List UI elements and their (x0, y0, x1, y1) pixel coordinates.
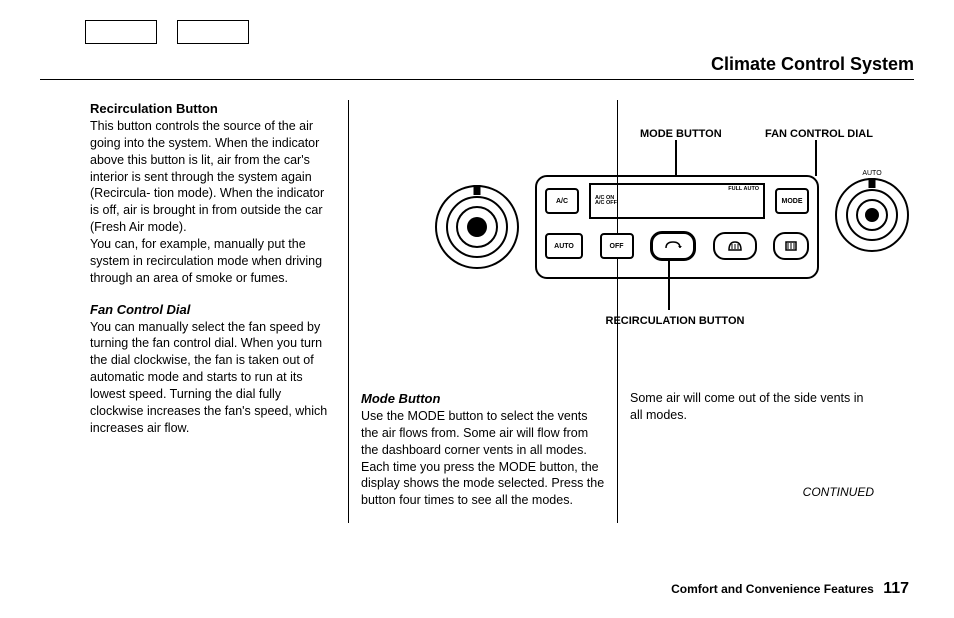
footer-page-number: 117 (883, 580, 909, 597)
ac-button: A/C (545, 188, 579, 214)
label-recirc-button: RECIRCULATION BUTTON (395, 315, 954, 327)
display-screen: A/C ON A/C OFF FULL AUTO (589, 183, 765, 219)
continued-label: CONTINUED (630, 484, 874, 500)
nav-box-2[interactable] (177, 20, 249, 44)
title-rule (40, 79, 914, 80)
fan-control-dial: AUTO (835, 178, 909, 252)
fan-arc-label: AUTO (837, 170, 907, 177)
nav-box-1[interactable] (85, 20, 157, 44)
defrost-rear-icon (784, 240, 798, 252)
auto-button: AUTO (545, 233, 583, 259)
fan-heading: Fan Control Dial (90, 302, 190, 317)
side-vents-para: Some air will come out of the side vents… (630, 390, 874, 424)
climate-control-diagram: MODE BUTTON FAN CONTROL DIAL RECIRCULATI… (395, 100, 954, 385)
mode-button: MODE (775, 188, 809, 214)
fan-para: You can manually select the fan speed by… (90, 320, 327, 435)
temperature-dial (435, 185, 519, 269)
defrost-front-icon (727, 240, 743, 252)
mode-para: Use the MODE button to select the vents … (361, 409, 604, 507)
mode-heading: Mode Button (361, 391, 440, 406)
column-1: Recirculation Button This button control… (40, 100, 349, 523)
control-unit: A/C A/C ON A/C OFF FULL AUTO MODE AUTO O… (535, 175, 819, 279)
defrost-front-button (713, 232, 757, 260)
recirc-para-1: This button controls the source of the a… (90, 119, 324, 234)
defrost-rear-button (773, 232, 809, 260)
page-title: Climate Control System (40, 54, 914, 75)
recirculation-button (650, 231, 696, 261)
page-footer: Comfort and Convenience Features 117 (671, 580, 909, 598)
off-button: OFF (600, 233, 634, 259)
recirc-heading: Recirculation Button (90, 101, 218, 116)
footer-section: Comfort and Convenience Features (671, 582, 874, 596)
label-fan-dial: FAN CONTROL DIAL (765, 128, 873, 140)
recirc-icon (664, 240, 682, 252)
recirc-para-1b: You can, for example, manually put the s… (90, 237, 322, 285)
label-mode-button: MODE BUTTON (640, 128, 722, 140)
